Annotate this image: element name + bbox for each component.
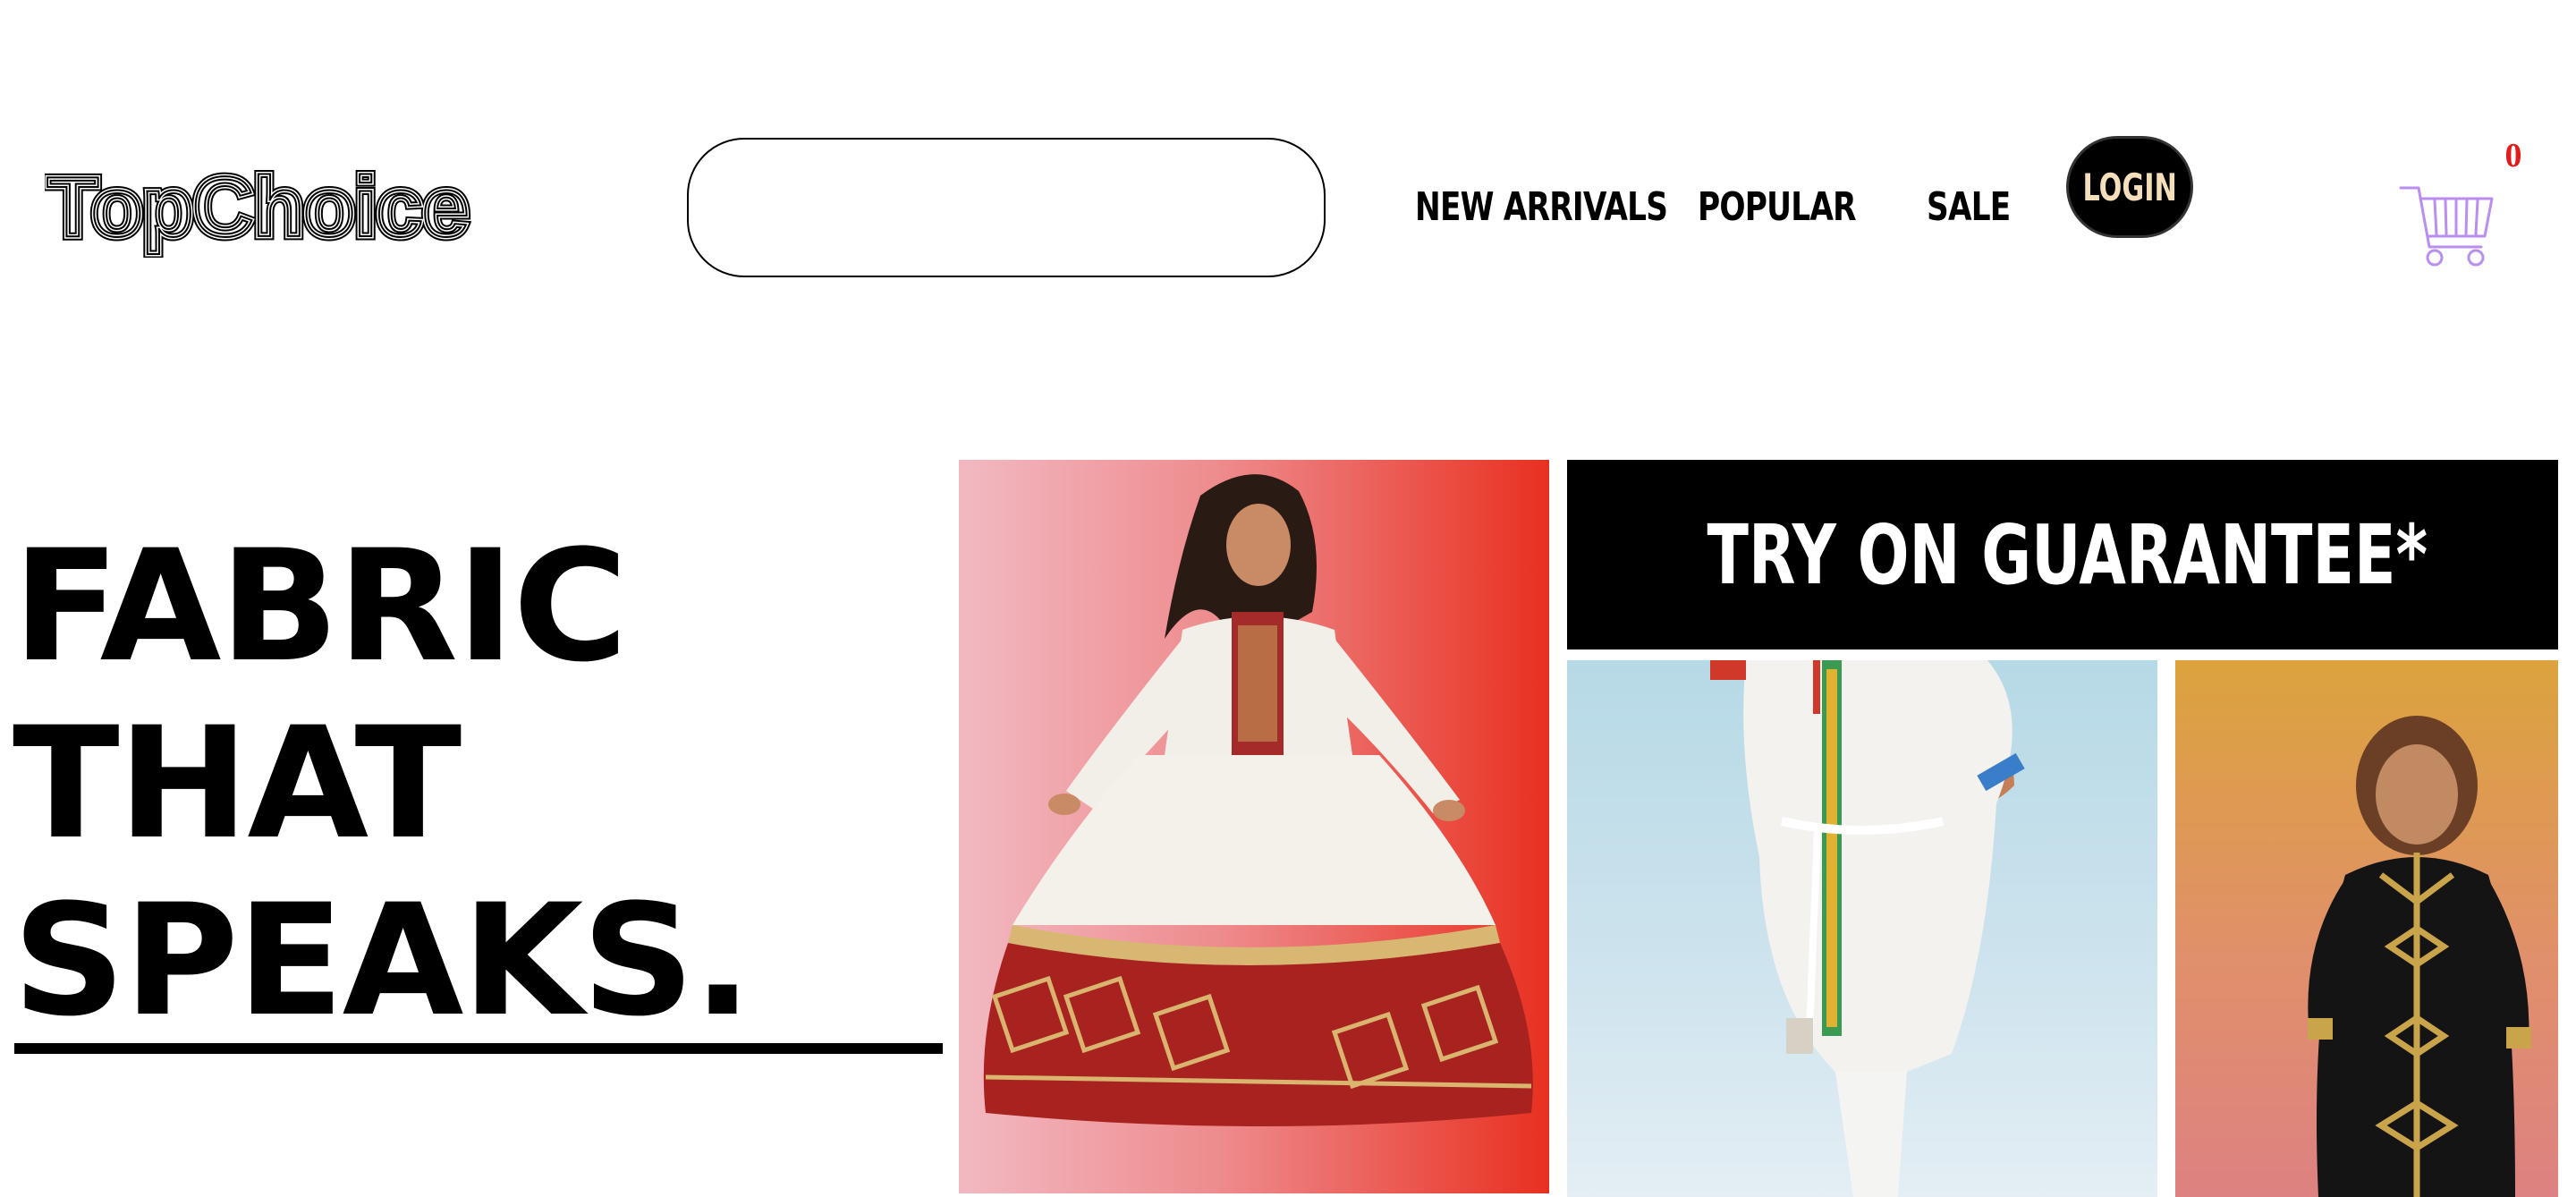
cart-count-badge: 0 bbox=[2504, 137, 2522, 174]
hero-line-2: THAT bbox=[13, 693, 462, 873]
login-label: LOGIN bbox=[2082, 165, 2177, 209]
hero-line-3: SPEAKS. bbox=[13, 870, 752, 1050]
product-image-white-outfit[interactable] bbox=[1567, 660, 2157, 1197]
brand-logo[interactable]: TopChoice TopChoice TopChoice bbox=[43, 156, 528, 259]
product-image-black-dress[interactable] bbox=[2175, 660, 2558, 1197]
search-box[interactable] bbox=[687, 138, 1326, 277]
shopping-cart-icon[interactable] bbox=[2399, 181, 2497, 270]
nav-new-arrivals[interactable]: NEW ARRIVALS bbox=[1415, 181, 1668, 234]
hero-underline bbox=[14, 1043, 943, 1054]
product-image-red-dress[interactable] bbox=[959, 460, 1549, 1193]
search-input[interactable] bbox=[689, 140, 1324, 276]
banner-text: TRY ON GUARANTEE* bbox=[1707, 506, 2428, 603]
try-on-guarantee-banner[interactable]: TRY ON GUARANTEE* bbox=[1567, 460, 2558, 649]
login-button[interactable]: LOGIN bbox=[2066, 136, 2193, 238]
hero-line-1: FABRIC bbox=[13, 516, 628, 696]
nav-popular[interactable]: POPULAR bbox=[1698, 181, 1857, 234]
nav-sale[interactable]: SALE bbox=[1927, 181, 2011, 234]
svg-text:TopChoice: TopChoice bbox=[47, 159, 468, 255]
